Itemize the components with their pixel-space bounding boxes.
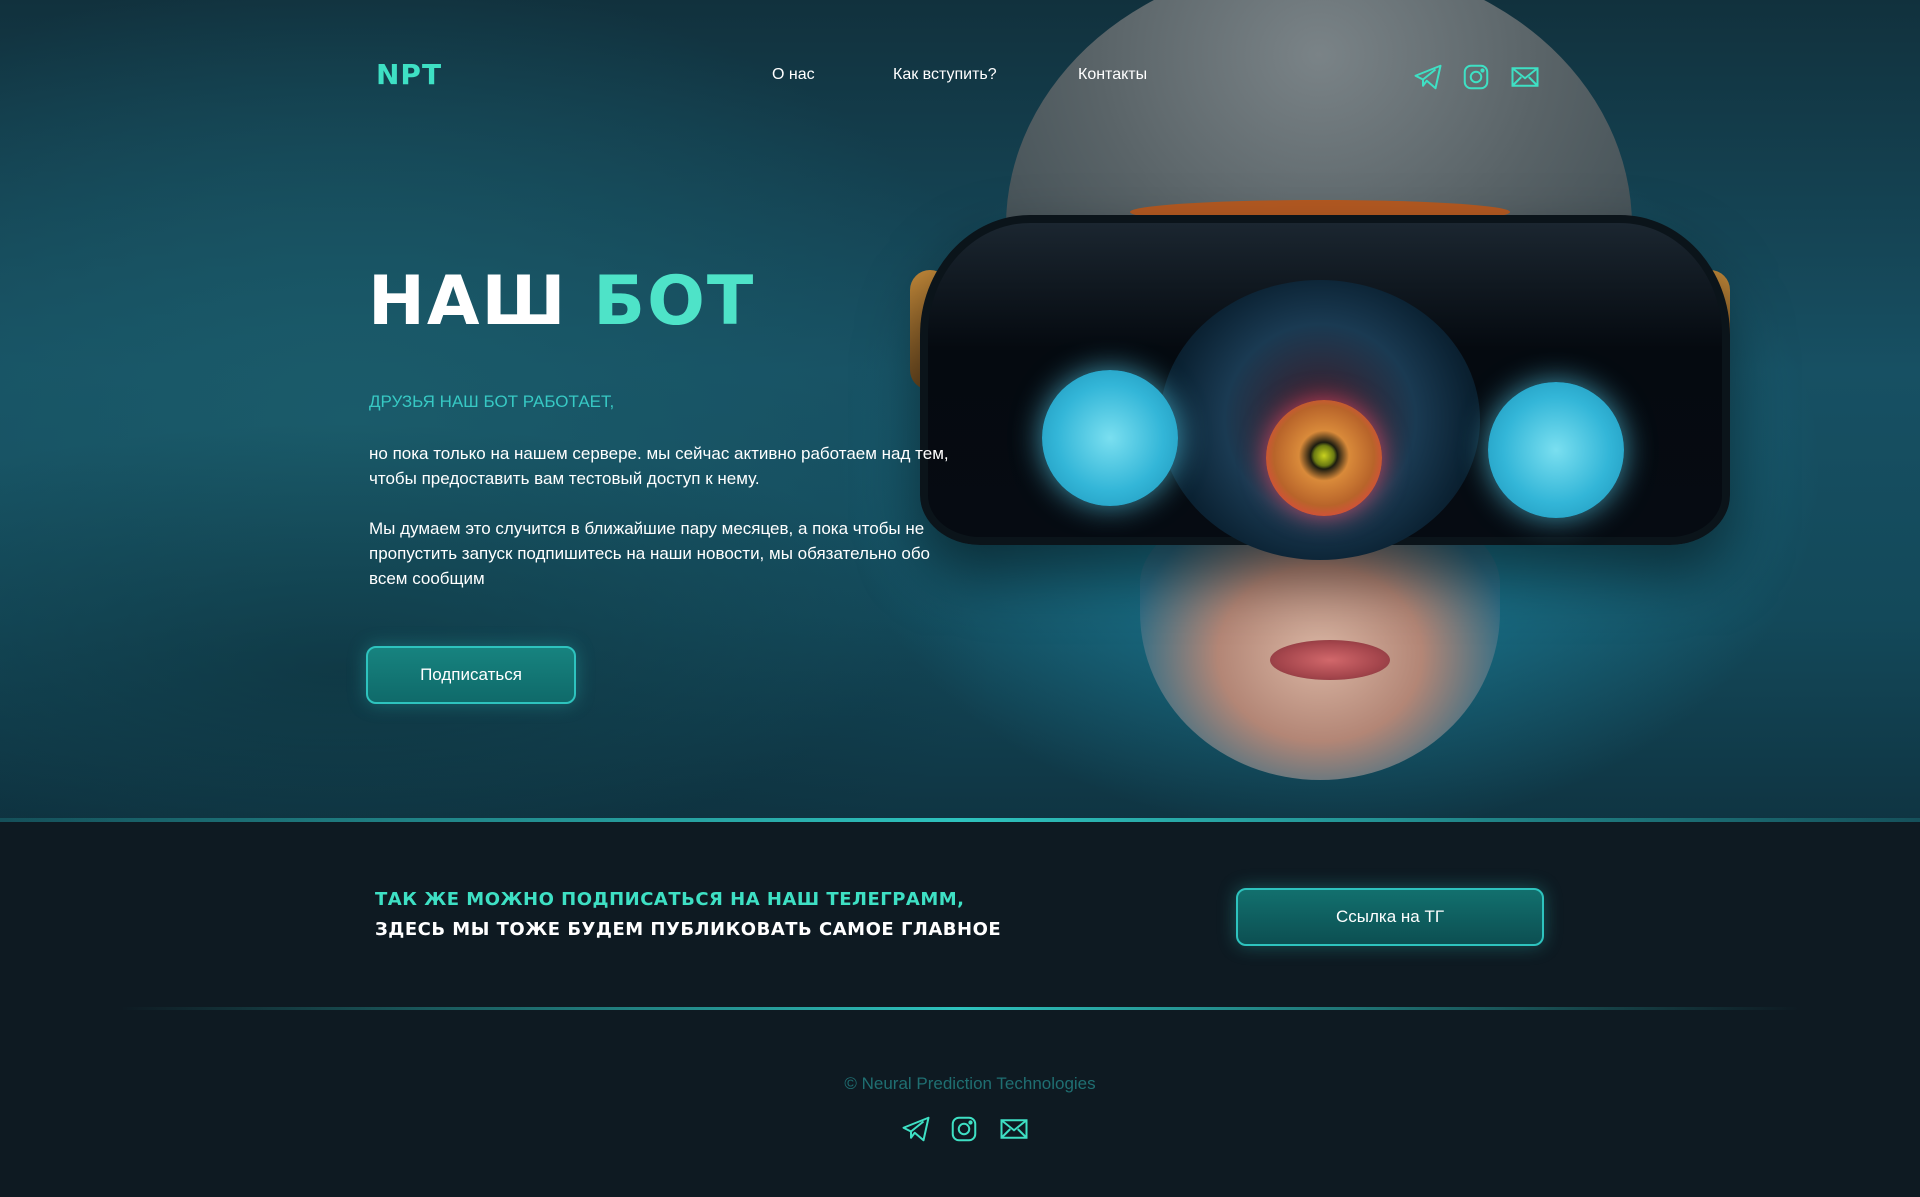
lens-left: [1042, 370, 1178, 506]
footer-telegram-icon[interactable]: [900, 1113, 932, 1145]
vr-headset-illustration: [900, 0, 1760, 800]
central-eye: [1266, 400, 1382, 516]
hero-title-accent: БОТ: [593, 262, 756, 341]
telegram-link-button[interactable]: Ссылка на ТГ: [1236, 888, 1544, 946]
copyright: © Neural Prediction Technologies: [844, 1074, 1096, 1093]
nav-link-how-to-join[interactable]: Как вступить?: [893, 66, 997, 84]
hero-kicker: ДРУЗЬЯ НАШ БОТ РАБОТАЕТ,: [369, 392, 615, 411]
telegram-icon[interactable]: [1412, 61, 1444, 93]
footer-mail-icon[interactable]: [998, 1113, 1030, 1145]
logo[interactable]: NPT: [376, 58, 442, 91]
hero-paragraph-1: но пока только на нашем сервере. мы сейч…: [369, 444, 949, 488]
telegram-promo-line-2: ЗДЕСЬ МЫ ТОЖЕ БУДЕМ ПУБЛИКОВАТЬ САМОЕ ГЛ…: [375, 919, 1002, 940]
nav-link-about[interactable]: О нас: [772, 66, 815, 84]
hero-title: НАШ БОТ: [368, 268, 755, 336]
lens-right: [1488, 382, 1624, 518]
hero-divider: [0, 818, 1920, 822]
nav-link-contacts[interactable]: Контакты: [1078, 66, 1147, 84]
mail-icon[interactable]: [1509, 61, 1541, 93]
subscribe-button[interactable]: Подписаться: [366, 646, 576, 704]
hero-paragraph-2: Мы думаем это случится в ближайшие пару …: [369, 519, 931, 588]
hero-title-white: НАШ: [368, 262, 568, 341]
telegram-promo-line-1: ТАК ЖЕ МОЖНО ПОДПИСАТЬСЯ НА НАШ ТЕЛЕГРАМ…: [375, 889, 965, 910]
footer-instagram-icon[interactable]: [948, 1113, 980, 1145]
hero-section: [0, 0, 1920, 822]
lips: [1270, 640, 1390, 680]
instagram-icon[interactable]: [1460, 61, 1492, 93]
footer-divider: [120, 1007, 1800, 1010]
